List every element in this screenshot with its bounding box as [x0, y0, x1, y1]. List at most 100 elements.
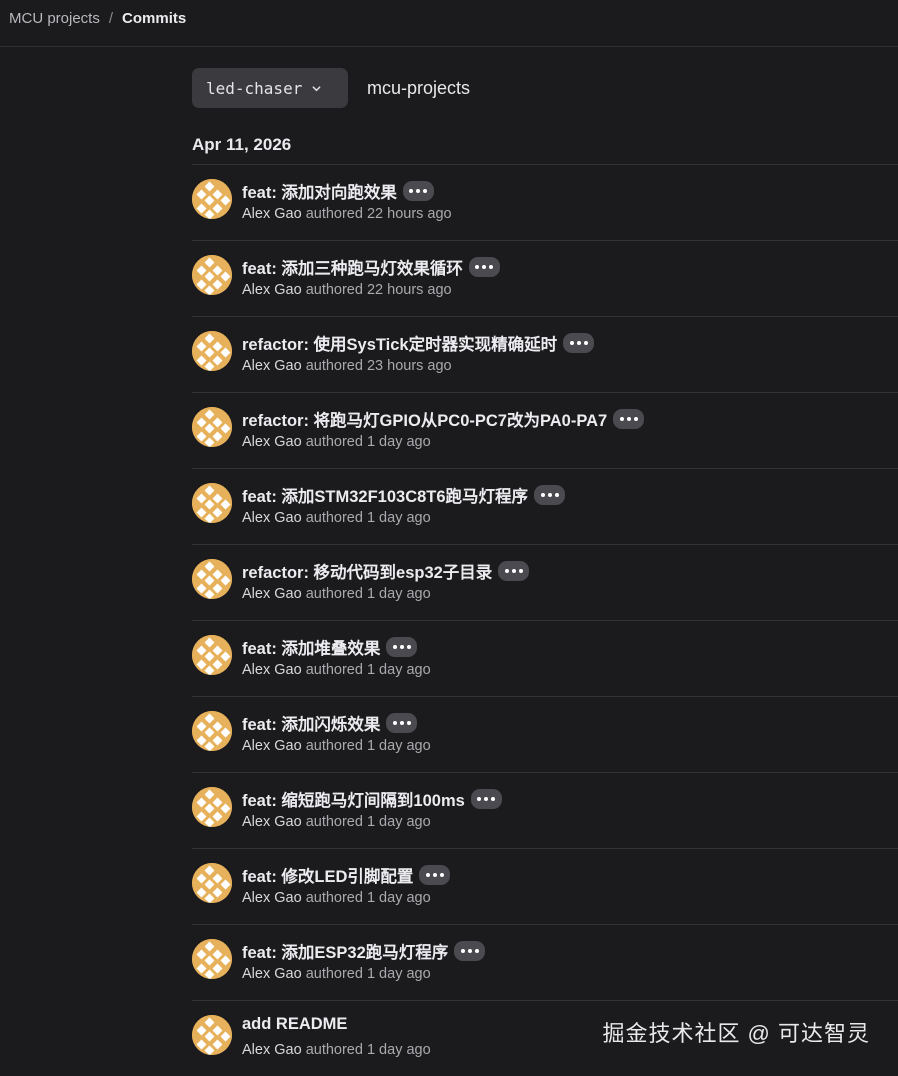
commit-row: feat: 添加堆叠效果 Alex Gao authored 1 day ago [192, 620, 898, 696]
commit-time: 23 hours ago [366, 358, 452, 374]
commit-author[interactable]: Alex Gao [242, 206, 302, 222]
commit-author[interactable]: Alex Gao [242, 282, 302, 298]
commit-title-line: refactor: 使用SysTick定时器实现精确延时 [242, 331, 595, 355]
commit-verb: authored [305, 890, 363, 906]
commit-title-line: feat: 修改LED引脚配置 [242, 863, 451, 887]
ellipsis-icon[interactable] [613, 409, 645, 429]
author-avatar[interactable] [192, 407, 232, 447]
commit-title[interactable]: add README [242, 1015, 347, 1034]
author-avatar[interactable] [192, 179, 232, 219]
commit-title-line: refactor: 将跑马灯GPIO从PC0-PC7改为PA0-PA7 [242, 407, 645, 431]
commit-title[interactable]: feat: 添加ESP32跑马灯程序 [242, 939, 448, 963]
commit-meta: Alex Gao authored 22 hours ago [242, 206, 452, 222]
author-avatar[interactable] [192, 711, 232, 751]
commit-meta: Alex Gao authored 1 day ago [242, 662, 431, 678]
branch-name: led-chaser [206, 78, 303, 98]
commit-author[interactable]: Alex Gao [242, 586, 302, 602]
commit-meta: Alex Gao authored 1 day ago [242, 966, 431, 982]
commit-row: feat: 缩短跑马灯间隔到100ms Alex Gao authored 1 d… [192, 772, 898, 848]
ellipsis-icon[interactable] [470, 789, 502, 809]
commit-author[interactable]: Alex Gao [242, 358, 302, 374]
commit-title[interactable]: refactor: 移动代码到esp32子目录 [242, 559, 492, 583]
commit-time: 1 day ago [366, 1042, 431, 1058]
commit-row: feat: 添加对向跑效果 Alex Gao authored 22 hours … [192, 164, 898, 240]
commit-verb: authored [305, 738, 363, 754]
commit-time: 1 day ago [366, 434, 431, 450]
commit-title-line: feat: 添加三种跑马灯效果循环 [242, 255, 500, 279]
ellipsis-icon[interactable] [386, 637, 418, 657]
commit-author[interactable]: Alex Gao [242, 662, 302, 678]
commit-time: 1 day ago [366, 814, 431, 830]
commit-title[interactable]: feat: 添加闪烁效果 [242, 711, 380, 735]
commit-title[interactable]: feat: 缩短跑马灯间隔到100ms [242, 787, 465, 811]
breadcrumb-project-link[interactable]: MCU projects [9, 10, 100, 27]
author-avatar[interactable] [192, 1015, 232, 1055]
commit-verb: authored [305, 434, 363, 450]
commit-title-line: feat: 添加ESP32跑马灯程序 [242, 939, 486, 963]
commit-meta: Alex Gao authored 1 day ago [242, 1042, 431, 1058]
ellipsis-icon[interactable] [419, 865, 451, 885]
author-avatar[interactable] [192, 331, 232, 371]
commit-time: 1 day ago [366, 966, 431, 982]
commit-title[interactable]: feat: 修改LED引脚配置 [242, 863, 413, 887]
commit-verb: authored [305, 282, 363, 298]
commit-title[interactable]: refactor: 将跑马灯GPIO从PC0-PC7改为PA0-PA7 [242, 407, 607, 431]
ellipsis-icon[interactable] [454, 941, 486, 961]
watermark: 掘金技术社区 @ 可达智灵 [602, 1021, 870, 1046]
ellipsis-icon[interactable] [402, 181, 434, 201]
commit-author[interactable]: Alex Gao [242, 1042, 302, 1058]
commit-row: feat: 修改LED引脚配置 Alex Gao authored 1 day a… [192, 848, 898, 924]
commit-title[interactable]: refactor: 使用SysTick定时器实现精确延时 [242, 331, 557, 355]
commit-time: 1 day ago [366, 662, 431, 678]
ellipsis-icon[interactable] [468, 257, 500, 277]
author-avatar[interactable] [192, 787, 232, 827]
commit-author[interactable]: Alex Gao [242, 434, 302, 450]
commit-title-line: feat: 添加STM32F103C8T6跑马灯程序 [242, 483, 566, 507]
commit-time: 1 day ago [366, 890, 431, 906]
commit-verb: authored [305, 510, 363, 526]
breadcrumb-current: Commits [122, 10, 187, 27]
commit-title[interactable]: feat: 添加STM32F103C8T6跑马灯程序 [242, 483, 528, 507]
commit-row: feat: 添加ESP32跑马灯程序 Alex Gao authored 1 da… [192, 924, 898, 1000]
commit-row: feat: 添加闪烁效果 Alex Gao authored 1 day ago [192, 696, 898, 772]
commit-author[interactable]: Alex Gao [242, 966, 302, 982]
author-avatar[interactable] [192, 863, 232, 903]
author-avatar[interactable] [192, 255, 232, 295]
commit-verb: authored [305, 206, 363, 222]
branch-selector[interactable]: led-chaser [192, 68, 348, 108]
commit-title[interactable]: feat: 添加堆叠效果 [242, 635, 380, 659]
branch-row: led-chaser mcu-projects [192, 68, 470, 108]
commit-title[interactable]: feat: 添加三种跑马灯效果循环 [242, 255, 463, 279]
commit-title-line: add README [242, 1015, 347, 1034]
commit-title-line: feat: 添加堆叠效果 [242, 635, 418, 659]
author-avatar[interactable] [192, 483, 232, 523]
author-avatar[interactable] [192, 635, 232, 675]
author-avatar[interactable] [192, 559, 232, 599]
commit-author[interactable]: Alex Gao [242, 814, 302, 830]
commit-title-line: feat: 缩短跑马灯间隔到100ms [242, 787, 502, 811]
commit-time: 1 day ago [366, 586, 431, 602]
commit-row: refactor: 移动代码到esp32子目录 Alex Gao authored… [192, 544, 898, 620]
ellipsis-icon[interactable] [534, 485, 566, 505]
commit-row: feat: 添加STM32F103C8T6跑马灯程序 Alex Gao autho… [192, 468, 898, 544]
commit-meta: Alex Gao authored 1 day ago [242, 434, 431, 450]
commit-verb: authored [305, 358, 363, 374]
commit-title[interactable]: feat: 添加对向跑效果 [242, 179, 397, 203]
commit-meta: Alex Gao authored 23 hours ago [242, 358, 452, 374]
ellipsis-icon[interactable] [498, 561, 530, 581]
commit-author[interactable]: Alex Gao [242, 890, 302, 906]
ellipsis-icon[interactable] [563, 333, 595, 353]
commit-meta: Alex Gao authored 1 day ago [242, 814, 431, 830]
commit-meta: Alex Gao authored 1 day ago [242, 738, 431, 754]
commit-time: 1 day ago [366, 510, 431, 526]
commit-verb: authored [305, 814, 363, 830]
author-avatar[interactable] [192, 939, 232, 979]
commit-time: 1 day ago [366, 738, 431, 754]
commit-author[interactable]: Alex Gao [242, 510, 302, 526]
commit-verb: authored [305, 966, 363, 982]
commit-meta: Alex Gao authored 1 day ago [242, 586, 431, 602]
commit-row: feat: 添加三种跑马灯效果循环 Alex Gao authored 22 ho… [192, 240, 898, 316]
commit-author[interactable]: Alex Gao [242, 738, 302, 754]
ellipsis-icon[interactable] [386, 713, 418, 733]
commit-row: refactor: 将跑马灯GPIO从PC0-PC7改为PA0-PA7 Alex … [192, 392, 898, 468]
